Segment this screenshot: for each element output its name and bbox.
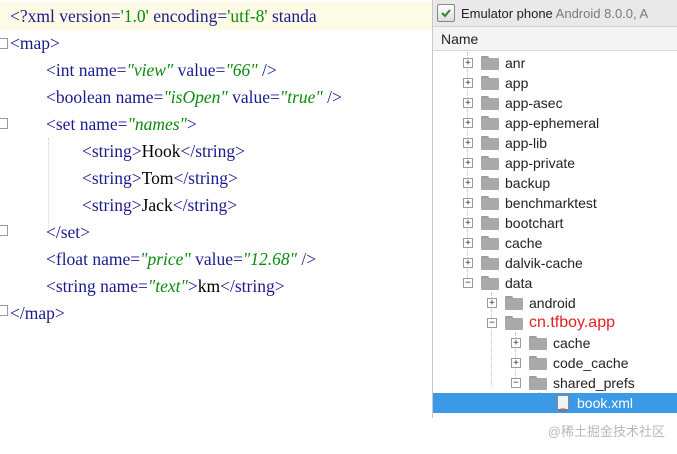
tree-item-dalvik-cache[interactable]: + dalvik-cache [433, 253, 677, 273]
xml-declaration-line: <?xml version='1.0' encoding='utf-8' sta… [10, 6, 317, 26]
fold-marker[interactable] [0, 118, 8, 129]
tree-item-label: shared_prefs [553, 375, 635, 391]
tree-item-app-asec[interactable]: + app-asec [433, 93, 677, 113]
tree-item-app-cache[interactable]: + cache [433, 333, 677, 353]
tree-item-cache[interactable]: + cache [433, 233, 677, 253]
string-line: <string name="text">km</string> [46, 276, 285, 296]
collapse-icon[interactable]: − [511, 378, 521, 388]
expand-icon[interactable]: + [463, 158, 473, 168]
tree-item-bootchart[interactable]: + bootchart [433, 213, 677, 233]
folder-icon [481, 156, 499, 170]
expand-icon[interactable]: + [487, 298, 497, 308]
float-line: <float name="price" value="12.68" /> [46, 249, 317, 269]
folder-icon [529, 376, 547, 390]
tree-item-label: backup [505, 175, 551, 191]
name-column-header[interactable]: Name [433, 27, 677, 51]
fold-marker[interactable] [0, 38, 8, 49]
tree-item-backup[interactable]: + backup [433, 173, 677, 193]
device-title: Emulator phone Android 8.0.0, A [461, 5, 649, 21]
folder-icon [481, 116, 499, 130]
indent-guide [48, 138, 49, 228]
expand-icon[interactable]: + [463, 258, 473, 268]
tree-item-cn-tfboy-app[interactable]: − cn.tfboy.app [433, 313, 677, 333]
fold-gutter [0, 0, 10, 330]
expand-icon[interactable]: + [463, 118, 473, 128]
tree-item-label: bootchart [505, 215, 564, 231]
device-file-explorer: Emulator phone Android 8.0.0, A Name + a… [432, 0, 677, 418]
string-item-line: <string>Tom</string> [82, 168, 238, 188]
expand-icon[interactable]: + [463, 138, 473, 148]
xml-editor[interactable]: <?xml version='1.0' encoding='utf-8' sta… [0, 0, 432, 454]
tree-item-label: app-private [505, 155, 576, 171]
folder-icon [481, 176, 499, 190]
tree-item-anr[interactable]: + anr [433, 53, 677, 73]
tree-item-code-cache[interactable]: + code_cache [433, 353, 677, 373]
tree-item-label: code_cache [553, 355, 629, 371]
expand-icon[interactable]: + [511, 358, 521, 368]
folder-icon [481, 96, 499, 110]
folder-icon [481, 56, 499, 70]
string-item-line: <string>Jack</string> [82, 195, 238, 215]
tree-item-label: cn.tfboy.app [529, 314, 615, 331]
set-close-line: </set> [46, 222, 91, 242]
collapse-icon[interactable]: − [463, 278, 473, 288]
tree-item-label: cache [505, 235, 543, 251]
tree-item-label: book.xml [577, 395, 634, 411]
tree-item-label: app-ephemeral [505, 115, 600, 131]
string-item-line: <string>Hook</string> [82, 141, 245, 161]
xml-file-icon: <> [557, 395, 569, 414]
tree-item-app[interactable]: + app [433, 73, 677, 93]
boolean-line: <boolean name="isOpen" value="true" /> [46, 87, 342, 107]
folder-icon [481, 256, 499, 270]
tree-item-label: dalvik-cache [505, 255, 583, 271]
tree-item-android[interactable]: + android [433, 293, 677, 313]
tree-item-label: app-asec [505, 95, 563, 111]
folder-icon [529, 336, 547, 350]
expand-icon[interactable]: + [463, 198, 473, 208]
fold-marker[interactable] [0, 305, 8, 316]
watermark: @稀土掘金技术社区 [547, 424, 665, 439]
folder-icon [481, 136, 499, 150]
tree-item-label: cache [553, 335, 591, 351]
map-open-line: <map> [10, 33, 60, 53]
fold-marker[interactable] [0, 225, 8, 236]
expand-icon[interactable]: + [463, 218, 473, 228]
folder-icon [481, 236, 499, 250]
tree-item-label: android [529, 295, 576, 311]
expand-icon[interactable]: + [463, 178, 473, 188]
tree-item-label: data [505, 275, 533, 291]
folder-icon [481, 196, 499, 210]
tree-item-label: app-lib [505, 135, 548, 151]
map-close-line: </map> [10, 303, 65, 323]
folder-icon [505, 296, 523, 310]
tree-item-app-ephemeral[interactable]: + app-ephemeral [433, 113, 677, 133]
expand-icon[interactable]: + [463, 98, 473, 108]
tree-item-data[interactable]: − data [433, 273, 677, 293]
folder-icon [481, 216, 499, 230]
set-open-line: <set name="names"> [46, 114, 197, 134]
tree-item-book-xml[interactable]: <> book.xml [433, 393, 677, 414]
folder-icon [481, 276, 499, 290]
int-line: <int name="view" value="66" /> [46, 60, 277, 80]
folder-icon [481, 76, 499, 90]
tree-item-app-private[interactable]: + app-private [433, 153, 677, 173]
tree-item-shared-prefs[interactable]: − shared_prefs [433, 373, 677, 393]
device-selector[interactable]: Emulator phone Android 8.0.0, A [433, 0, 677, 27]
tree-item-label: anr [505, 55, 526, 71]
collapse-icon[interactable]: − [487, 318, 497, 328]
expand-icon[interactable]: + [463, 78, 473, 88]
folder-icon [529, 356, 547, 370]
check-icon [437, 4, 455, 22]
tree-item-label: benchmarktest [505, 195, 597, 211]
expand-icon[interactable]: + [463, 58, 473, 68]
expand-icon[interactable]: + [463, 238, 473, 248]
tree-item-app-lib[interactable]: + app-lib [433, 133, 677, 153]
folder-icon [505, 316, 523, 330]
expand-icon[interactable]: + [511, 338, 521, 348]
tree-item-label: app [505, 75, 529, 91]
tree-item-benchmarktest[interactable]: + benchmarktest [433, 193, 677, 213]
